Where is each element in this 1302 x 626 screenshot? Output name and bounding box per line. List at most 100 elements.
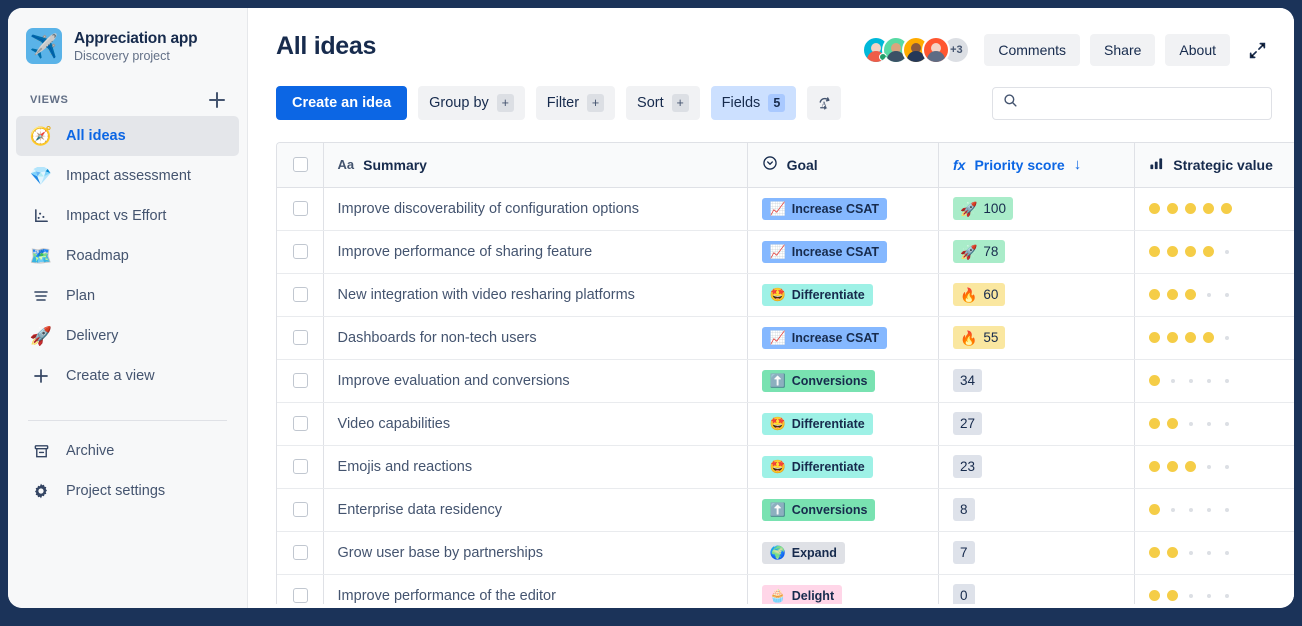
sidebar-item-roadmap[interactable]: 🗺️ Roadmap xyxy=(16,236,239,276)
cell-goal[interactable]: ⬆️Conversions xyxy=(747,359,938,402)
about-button[interactable]: About xyxy=(1165,34,1230,66)
cell-summary[interactable]: Enterprise data residency xyxy=(323,488,747,531)
share-button[interactable]: Share xyxy=(1090,34,1155,66)
row-checkbox[interactable] xyxy=(293,330,308,345)
cell-strategic-value[interactable] xyxy=(1135,445,1294,488)
table-row[interactable]: Improve evaluation and conversions⬆️Conv… xyxy=(277,359,1294,402)
sidebar-item-all-ideas[interactable]: 🧭 All ideas xyxy=(16,116,239,156)
cell-priority-score[interactable]: 27 xyxy=(938,402,1134,445)
sidebar-item-create-a-view[interactable]: Create a view xyxy=(16,356,239,396)
cell-priority-score[interactable]: 🔥60 xyxy=(938,273,1134,316)
row-select-cell[interactable] xyxy=(277,574,323,604)
row-select-cell[interactable] xyxy=(277,488,323,531)
cell-summary[interactable]: Improve performance of the editor xyxy=(323,574,747,604)
column-goal[interactable]: Goal xyxy=(747,143,938,187)
table-row[interactable]: New integration with video resharing pla… xyxy=(277,273,1294,316)
row-checkbox[interactable] xyxy=(293,588,308,603)
column-priority-score[interactable]: fx Priority score ↓ xyxy=(938,143,1134,187)
cell-priority-score[interactable]: 🔥55 xyxy=(938,316,1134,359)
row-checkbox[interactable] xyxy=(293,373,308,388)
sidebar-item-archive[interactable]: Archive xyxy=(16,431,239,471)
cell-strategic-value[interactable] xyxy=(1135,488,1294,531)
create-an-idea-button[interactable]: Create an idea xyxy=(276,86,407,120)
column-summary[interactable]: Aa Summary xyxy=(323,143,747,187)
table-row[interactable]: Dashboards for non-tech users📈Increase C… xyxy=(277,316,1294,359)
group-by-button[interactable]: Group by + xyxy=(418,86,525,120)
cell-summary[interactable]: Improve performance of sharing feature xyxy=(323,230,747,273)
cell-summary[interactable]: Grow user base by partnerships xyxy=(323,531,747,574)
cell-goal[interactable]: 🧁Delight xyxy=(747,574,938,604)
cell-priority-score[interactable]: 34 xyxy=(938,359,1134,402)
search-box[interactable] xyxy=(992,87,1272,120)
row-checkbox[interactable] xyxy=(293,502,308,517)
table-row[interactable]: Video capabilities🤩Differentiate27300 xyxy=(277,402,1294,445)
cell-priority-score[interactable]: 0 xyxy=(938,574,1134,604)
sidebar-item-project-settings[interactable]: Project settings xyxy=(16,471,239,511)
plus-icon[interactable] xyxy=(207,90,227,110)
cell-summary[interactable]: Emojis and reactions xyxy=(323,445,747,488)
cell-strategic-value[interactable] xyxy=(1135,402,1294,445)
cell-goal[interactable]: 🤩Differentiate xyxy=(747,273,938,316)
cell-priority-score[interactable]: 7 xyxy=(938,531,1134,574)
column-select-all[interactable] xyxy=(277,143,323,187)
auto-sort-icon[interactable]: A xyxy=(807,86,841,120)
cell-goal[interactable]: 📈Increase CSAT xyxy=(747,230,938,273)
cell-goal[interactable]: 📈Increase CSAT xyxy=(747,316,938,359)
expand-diagonal-icon[interactable] xyxy=(1242,35,1272,65)
row-checkbox[interactable] xyxy=(293,201,308,216)
table-row[interactable]: Improve discoverability of configuration… xyxy=(277,187,1294,230)
sidebar-item-plan[interactable]: Plan xyxy=(16,276,239,316)
cell-strategic-value[interactable] xyxy=(1135,359,1294,402)
cell-priority-score[interactable]: 🚀100 xyxy=(938,187,1134,230)
column-strategic-value[interactable]: Strategic value xyxy=(1135,143,1294,187)
cell-strategic-value[interactable] xyxy=(1135,230,1294,273)
cell-strategic-value[interactable] xyxy=(1135,531,1294,574)
cell-strategic-value[interactable] xyxy=(1135,187,1294,230)
cell-priority-score[interactable]: 🚀78 xyxy=(938,230,1134,273)
cell-summary[interactable]: Improve evaluation and conversions xyxy=(323,359,747,402)
table-row[interactable]: Improve performance of the editor🧁Deligh… xyxy=(277,574,1294,604)
comments-button[interactable]: Comments xyxy=(984,34,1080,66)
row-checkbox[interactable] xyxy=(293,459,308,474)
sidebar-item-impact-assessment[interactable]: 💎 Impact assessment xyxy=(16,156,239,196)
row-select-cell[interactable] xyxy=(277,230,323,273)
cell-goal[interactable]: 🤩Differentiate xyxy=(747,402,938,445)
brand[interactable]: ✈️ Appreciation app Discovery project xyxy=(8,8,247,72)
row-checkbox[interactable] xyxy=(293,287,308,302)
fields-button[interactable]: Fields 5 xyxy=(711,86,797,120)
sidebar-item-impact-vs-effort[interactable]: Impact vs Effort xyxy=(16,196,239,236)
cell-goal[interactable]: 🌍Expand xyxy=(747,531,938,574)
row-checkbox[interactable] xyxy=(293,416,308,431)
avatar-group[interactable]: +3 xyxy=(862,36,970,64)
row-select-cell[interactable] xyxy=(277,187,323,230)
cell-priority-score[interactable]: 23 xyxy=(938,445,1134,488)
row-select-cell[interactable] xyxy=(277,445,323,488)
cell-goal[interactable]: 🤩Differentiate xyxy=(747,445,938,488)
row-checkbox[interactable] xyxy=(293,545,308,560)
table-row[interactable]: Improve performance of sharing feature📈I… xyxy=(277,230,1294,273)
sidebar-item-delivery[interactable]: 🚀 Delivery xyxy=(16,316,239,356)
row-checkbox[interactable] xyxy=(293,244,308,259)
cell-goal[interactable]: 📈Increase CSAT xyxy=(747,187,938,230)
sort-button[interactable]: Sort + xyxy=(626,86,700,120)
cell-summary[interactable]: Dashboards for non-tech users xyxy=(323,316,747,359)
table-row[interactable]: Enterprise data residency⬆️Conversions82… xyxy=(277,488,1294,531)
row-select-cell[interactable] xyxy=(277,359,323,402)
ideas-table-container[interactable]: Aa Summary Goal xyxy=(276,142,1294,604)
cell-goal[interactable]: ⬆️Conversions xyxy=(747,488,938,531)
search-input[interactable] xyxy=(1026,96,1261,111)
cell-summary[interactable]: Improve discoverability of configuration… xyxy=(323,187,747,230)
cell-priority-score[interactable]: 8 xyxy=(938,488,1134,531)
table-row[interactable]: Grow user base by partnerships🌍Expand773 xyxy=(277,531,1294,574)
cell-summary[interactable]: New integration with video resharing pla… xyxy=(323,273,747,316)
cell-strategic-value[interactable] xyxy=(1135,316,1294,359)
row-select-cell[interactable] xyxy=(277,531,323,574)
row-select-cell[interactable] xyxy=(277,316,323,359)
row-select-cell[interactable] xyxy=(277,273,323,316)
filter-button[interactable]: Filter + xyxy=(536,86,615,120)
cell-strategic-value[interactable] xyxy=(1135,273,1294,316)
cell-summary[interactable]: Video capabilities xyxy=(323,402,747,445)
select-all-checkbox[interactable] xyxy=(293,157,308,172)
cell-strategic-value[interactable] xyxy=(1135,574,1294,604)
row-select-cell[interactable] xyxy=(277,402,323,445)
